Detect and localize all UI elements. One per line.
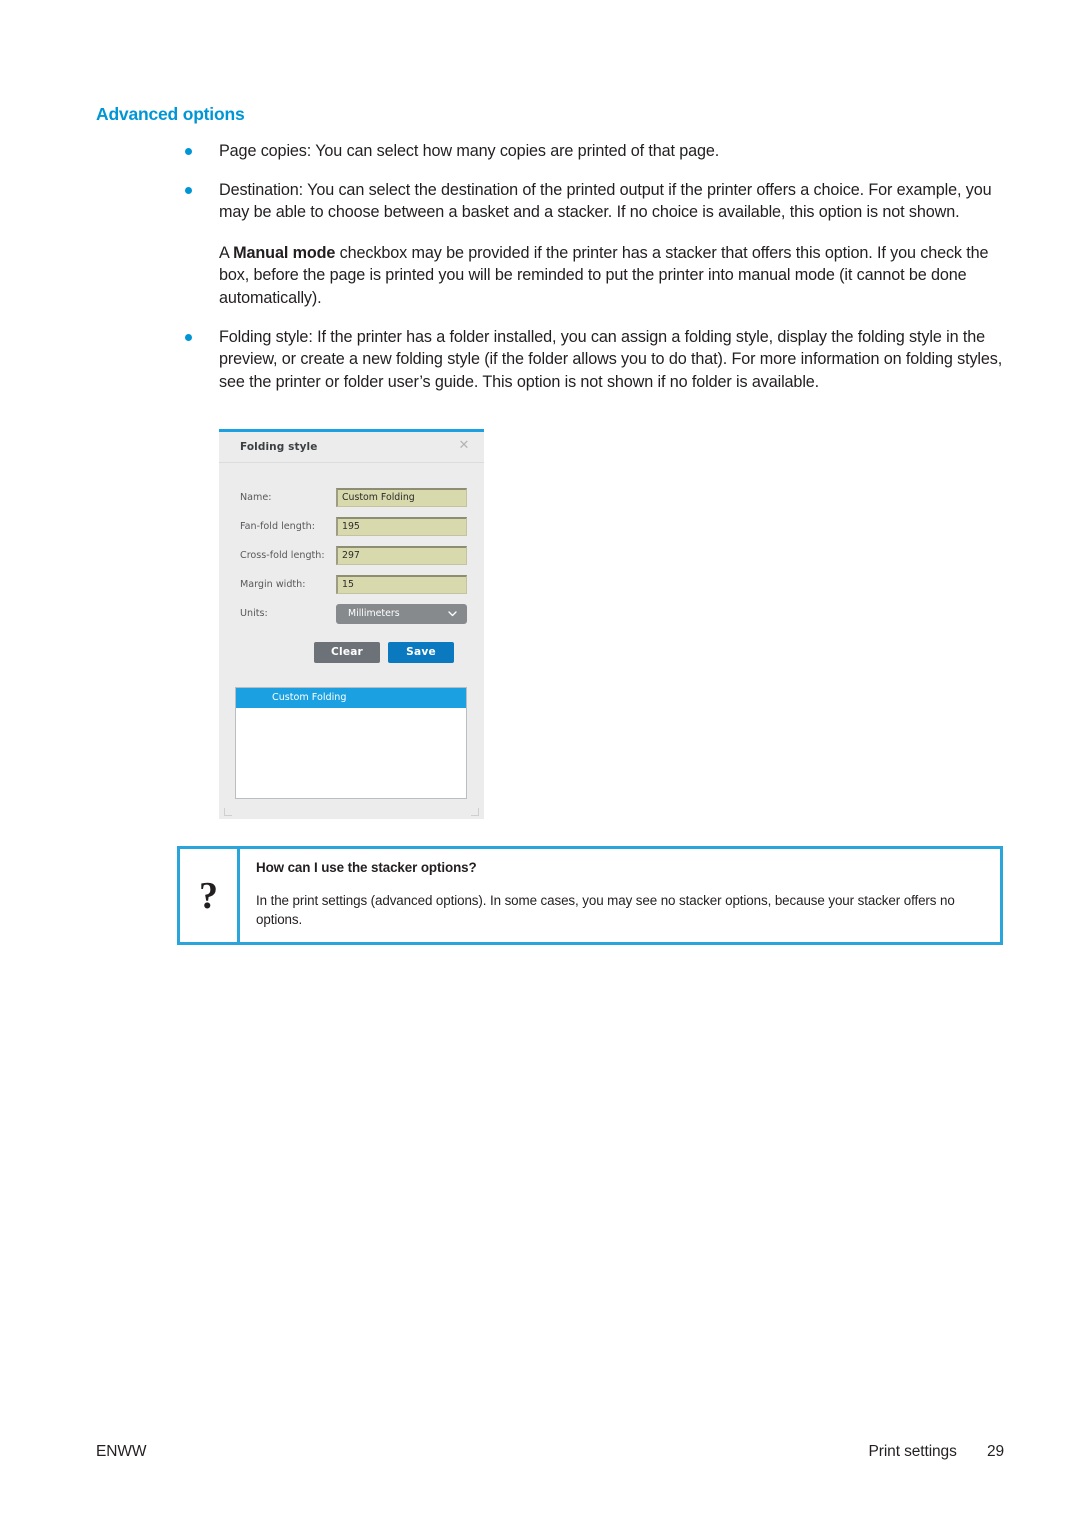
close-icon[interactable]: ✕ — [457, 439, 471, 453]
page-number: 29 — [986, 1443, 1004, 1460]
callout-body: How can I use the stacker options? In th… — [240, 849, 1000, 942]
paragraph: A Manual mode checkbox may be provided i… — [219, 243, 989, 307]
question-mark-icon: ? — [199, 874, 218, 917]
units-select-value: Millimeters — [348, 608, 400, 619]
bullet-icon — [185, 148, 192, 155]
callout-icon-cell: ? — [180, 849, 240, 942]
footer-left-label: ENWW — [96, 1443, 147, 1460]
cross-fold-length-field[interactable]: 297 — [336, 546, 467, 565]
folding-style-list-panel: Custom Folding — [219, 675, 484, 819]
bullet-icon — [185, 333, 192, 341]
list-item: Page copies: You can select how many cop… — [180, 140, 1010, 163]
field-label-fan-fold-length: Fan-fold length: — [240, 521, 315, 532]
callout-text: In the print settings (advanced options)… — [256, 893, 955, 927]
footer-right: Print settings 29 — [868, 1443, 1005, 1461]
field-label-margin-width: Margin width: — [240, 579, 306, 590]
folding-style-list[interactable]: Custom Folding — [235, 687, 467, 799]
paragraph: Destination: You can select the destinat… — [219, 180, 992, 222]
field-row-cross-fold-length: Cross-fold length: 297 — [219, 546, 484, 568]
dialog-button-row: Clear Save — [219, 642, 484, 666]
document-page: Advanced options Page copies: You can se… — [0, 0, 1080, 1528]
bullet-icon — [185, 186, 192, 194]
footer-section-label: Print settings — [868, 1443, 957, 1460]
list-item[interactable]: Custom Folding — [236, 688, 466, 708]
field-label-cross-fold-length: Cross-fold length: — [240, 550, 325, 561]
save-button[interactable]: Save — [388, 642, 454, 663]
fan-fold-length-field[interactable]: 195 — [336, 517, 467, 536]
field-label-name: Name: — [240, 492, 272, 503]
bullet-list: Page copies: You can select how many cop… — [180, 140, 1010, 409]
resize-handle-right[interactable] — [471, 808, 479, 816]
units-select[interactable]: Millimeters — [336, 604, 467, 624]
page-title: Advanced options — [96, 104, 245, 124]
emphasis-text: Manual mode — [233, 243, 336, 262]
callout-title: How can I use the stacker options? — [256, 860, 477, 875]
chevron-down-icon — [447, 608, 458, 619]
paragraph: Folding style: If the printer has a fold… — [219, 327, 1003, 391]
name-field[interactable]: Custom Folding — [336, 488, 467, 507]
field-row-name: Name: Custom Folding — [219, 488, 484, 510]
resize-handle-left[interactable] — [224, 808, 232, 816]
dialog-title: Folding style — [240, 441, 318, 453]
field-label-units: Units: — [240, 608, 268, 619]
paragraph: Page copies: You can select how many cop… — [219, 142, 720, 160]
field-row-fan-fold-length: Fan-fold length: 195 — [219, 517, 484, 539]
list-item: Folding style: If the printer has a fold… — [180, 326, 1010, 394]
field-row-units: Units: Millimeters — [219, 604, 484, 626]
clear-button[interactable]: Clear — [314, 642, 380, 663]
dialog-titlebar: Folding style ✕ — [219, 432, 484, 463]
field-row-margin-width: Margin width: 15 — [219, 575, 484, 597]
list-item: Destination: You can select the destinat… — [180, 179, 1010, 310]
margin-width-field[interactable]: 15 — [336, 575, 467, 594]
dialog-form: Name: Custom Folding Fan-fold length: 19… — [219, 463, 484, 676]
folding-style-dialog-screenshot: Folding style ✕ Name: Custom Folding Fan… — [219, 429, 484, 819]
help-callout: ? How can I use the stacker options? In … — [177, 846, 1003, 945]
